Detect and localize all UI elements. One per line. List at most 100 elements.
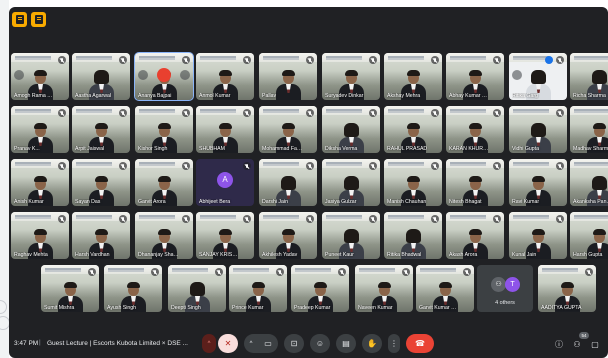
participant-tile[interactable]: Manish Chauhan [384,159,442,206]
participant-tile[interactable]: Amogh Rama Ka... [11,53,69,100]
participant-name: Naveen Kumar [358,305,393,311]
tile-action-icon[interactable] [14,70,24,80]
participant-name: Akash Arora [449,252,478,258]
participant-tile[interactable]: Anish Kumar [11,159,69,206]
tile-action-icon[interactable] [180,70,190,80]
mic-off-icon [215,268,223,276]
leave-call-button[interactable]: ☎ [406,334,434,353]
participant-name: Amogh Rama Ka... [14,93,55,99]
emoji-icon: ☺ [315,338,325,348]
camera-options-button[interactable]: ^ [244,334,258,353]
participant-tile[interactable]: Akanksha Pandey [570,159,608,206]
participant-tile[interactable]: Ritika Bhadwal [384,212,442,259]
mic-off-icon [119,109,127,117]
participant-tile[interactable]: Ritika Garg [509,53,567,100]
participant-tile[interactable]: Deepti Singh [168,265,226,312]
info-icon: ⓘ [555,340,563,349]
participant-tile[interactable]: Harsh Vardhan [72,212,130,259]
mic-off-icon [276,268,284,276]
participant-tile[interactable]: Mohammad Fahi... [259,106,317,153]
participant-name: Darshi Jain [262,199,288,205]
participant-name: Sayan Das [75,199,101,205]
participant-tile[interactable]: Aastha Agarwal [72,53,130,100]
participant-name: Ritika Garg [512,93,538,99]
participant-tile[interactable]: Sumit Mishra [41,265,99,312]
participant-tile[interactable]: A Abhijeet Bera [196,159,254,206]
participant-tile[interactable]: Ravi Kumar [509,159,567,206]
info-button[interactable]: ⓘ [554,340,564,350]
participant-tile[interactable]: Harsh Gupta [570,212,608,259]
chat-button[interactable]: ▢ [590,340,600,350]
participant-tile[interactable]: Naveen Kumar [355,265,413,312]
participant-tile[interactable]: Darshi Jain [259,159,317,206]
mic-off-icon [556,162,564,170]
participant-tile[interactable]: Sayan Das [72,159,130,206]
participant-name: Ritika Bhadwal [387,252,422,258]
participant-tile[interactable]: Puneet Kaur [322,212,380,259]
mic-off-icon [306,215,314,223]
tile-action-icon[interactable] [138,70,148,80]
side-decoration-strip [0,0,10,358]
participant-tile[interactable]: Raghav Mehta [11,212,69,259]
participant-tile[interactable]: Diksha Verma [322,106,380,153]
participant-tile[interactable]: Arpit Jaiswal [72,106,130,153]
raise-hand-button[interactable]: ✋ [362,334,382,353]
participant-tile[interactable]: Garvit Kumar Ga... [416,265,474,312]
participant-name: Ananya Bajpai [138,93,172,99]
participant-tile[interactable]: AADITYA GUPTA [538,265,596,312]
participant-tile[interactable]: RAHUL PRASAD [384,106,442,153]
tile-action-icon[interactable] [512,70,522,80]
mic-toggle-button[interactable]: ✕ [218,334,238,353]
pin-icon[interactable] [545,56,553,64]
record-icon [157,68,171,82]
participant-tile[interactable]: KARAN KHURANA [446,106,504,153]
participant-name: Garvit Kumar Ga... [419,305,460,311]
avatar: ⚇ [491,277,506,292]
participant-name: Harsh Gupta [573,252,603,258]
participant-name: Harsh Vardhan [75,252,110,258]
people-button[interactable]: ⚇ [572,340,582,350]
participant-tile[interactable]: Garvit Arora [135,159,193,206]
participant-name: Garvit Arora [138,199,166,205]
participant-tile[interactable]: Abhay Kumar Mis... [446,53,504,100]
more-options-button[interactable]: ⋮ [388,334,400,353]
participant-tile[interactable]: SANJAY KRISH... [196,212,254,259]
mic-options-button[interactable]: ^ [202,334,216,353]
mic-off-icon [431,215,439,223]
participant-tile[interactable]: Prince Kumar [229,265,287,312]
participant-tile[interactable]: Ananya Bajpai [134,52,194,101]
present-button[interactable]: ⊡ [284,334,304,353]
meeting-title: Guest Lecture | Escorts Kubota Limited ×… [47,340,188,347]
mic-off-icon [58,215,66,223]
participant-tile[interactable]: Akshay Mehra [384,53,442,100]
participant-tile[interactable]: Akash Arora [446,212,504,259]
mic-off-icon [369,109,377,117]
participant-tile[interactable]: Suryadev Dinkar [322,53,380,100]
participant-tile[interactable]: Vidhi Gupta [509,106,567,153]
participant-tile[interactable]: Pranav K... [11,106,69,153]
participant-tile[interactable]: Kunal Jain [509,212,567,259]
emoji-button[interactable]: ☺ [310,334,330,353]
participant-tile[interactable]: Dhananjay Sharma [135,212,193,259]
participant-tile[interactable]: Richa Sharma [570,53,608,100]
participant-tile[interactable]: Madhav Sharma [570,106,608,153]
participant-tile[interactable]: Ayush Singh [104,265,162,312]
present-icon: ⊡ [290,338,298,348]
participant-tile[interactable]: Anmol Kumar [196,53,254,100]
mic-off-icon [58,162,66,170]
mic-off-icon [306,162,314,170]
participant-tile[interactable]: Nitesh Bhagat [446,159,504,206]
captions-button[interactable]: ▤ [336,334,356,353]
others-tile[interactable]: ⚇ T 4 others [477,265,533,312]
participant-tile[interactable]: Pradeep Kumar [291,265,349,312]
participant-name: Manish Chauhan [387,199,427,205]
mic-off-icon [243,109,251,117]
participant-tile[interactable]: Jasiya Gulzar [322,159,380,206]
mic-off-icon [119,162,127,170]
participant-tile[interactable]: SHUBHAM [196,106,254,153]
participant-tile[interactable]: Pallav [259,53,317,100]
participant-tile[interactable]: Akhilesh Yadav [259,212,317,259]
participant-tile[interactable]: Kishor Singh [135,106,193,153]
camera-toggle-button[interactable]: ▭ [258,334,278,353]
mic-off-icon [493,162,501,170]
